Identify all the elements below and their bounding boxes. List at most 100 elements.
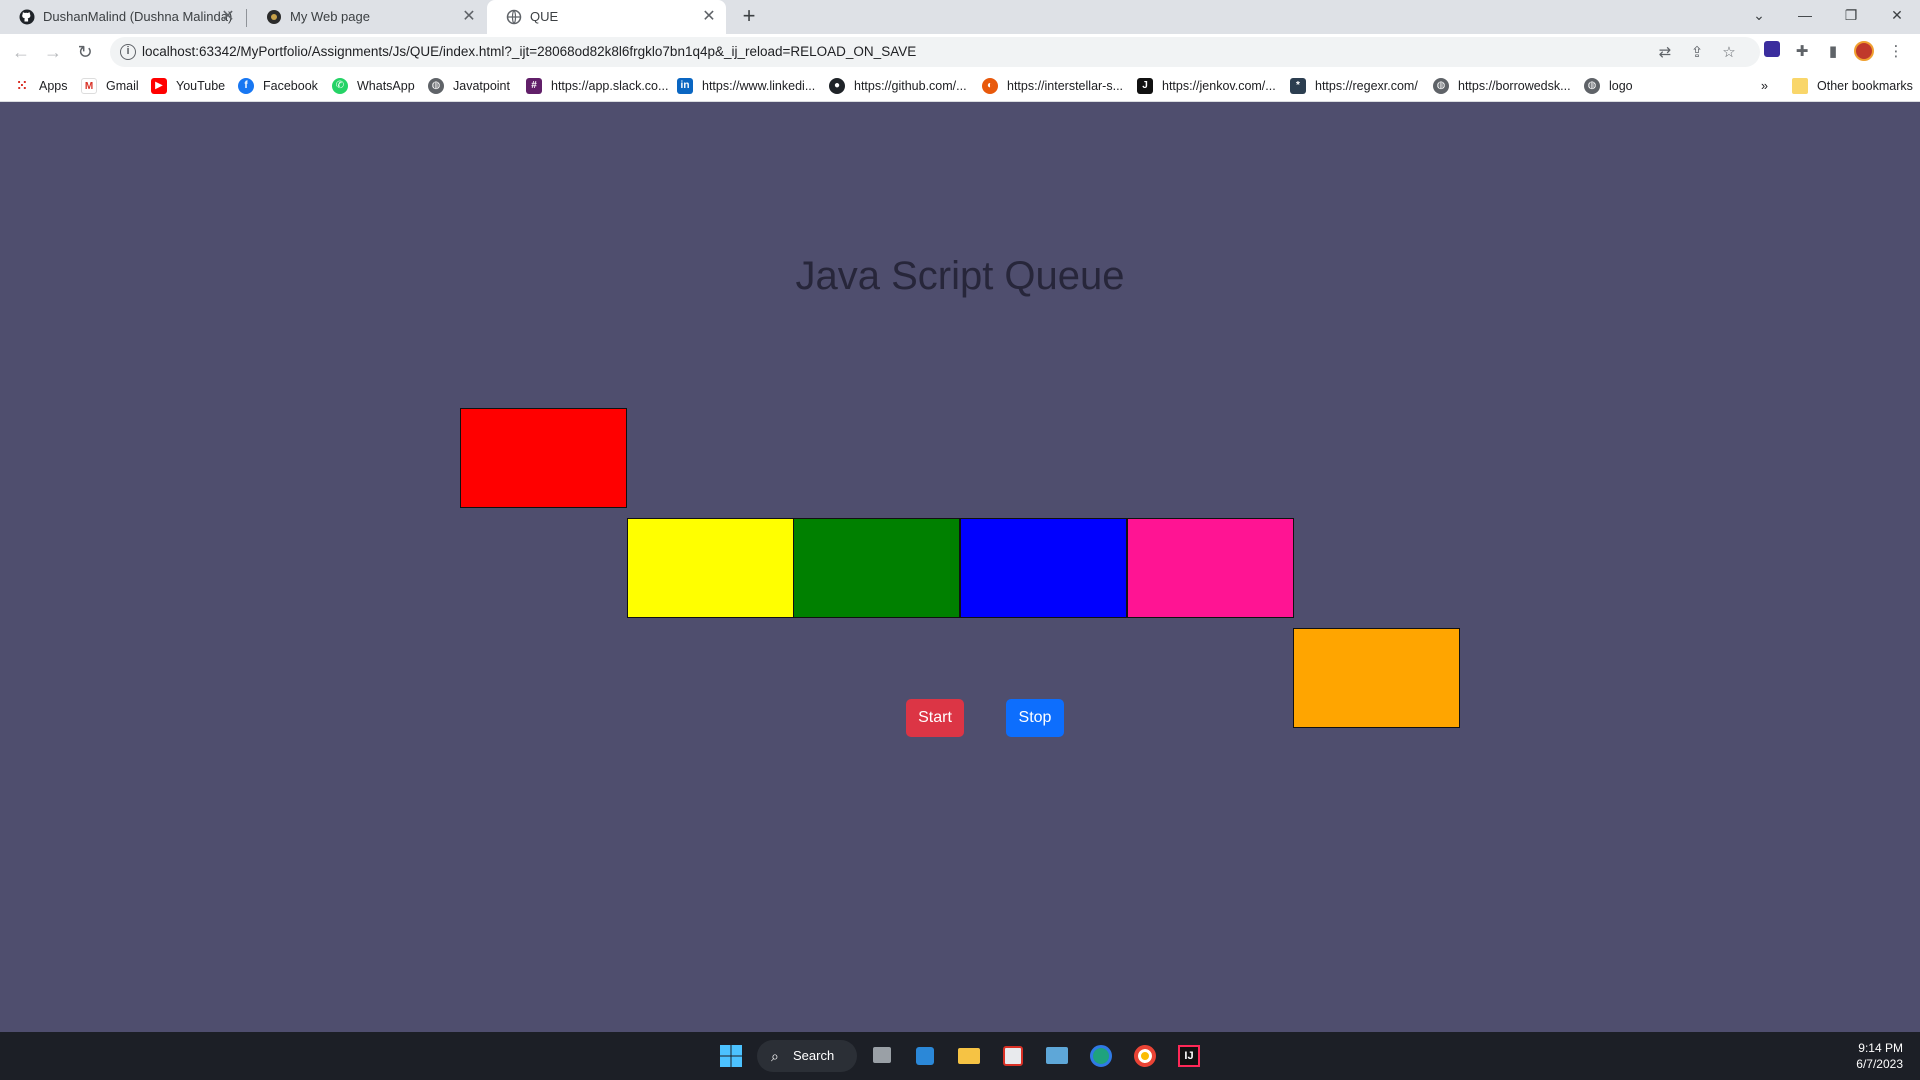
snipping-tool-icon[interactable] xyxy=(999,1042,1027,1070)
chrome-icon[interactable] xyxy=(1131,1042,1159,1070)
bookmark-label: YouTube xyxy=(176,79,226,93)
gmail-icon: M xyxy=(81,78,97,94)
translate-icon[interactable]: ⇄ xyxy=(1655,43,1675,63)
bookmark-javatpoint[interactable]: ◍ Javatpoint xyxy=(428,77,510,95)
tab-search-icon[interactable]: ⌄ xyxy=(1736,0,1782,30)
globe-icon: ◍ xyxy=(1433,78,1449,94)
tab-title: My Web page xyxy=(290,9,370,24)
bookmark-label: Apps xyxy=(39,79,68,93)
restore-button[interactable]: ❐ xyxy=(1828,0,1874,30)
taskbar-search[interactable]: ⌕ Search xyxy=(757,1040,857,1072)
tab-my-web-page[interactable]: My Web page ✕ xyxy=(247,0,486,34)
start-button[interactable]: Start xyxy=(906,699,964,737)
url-path: :63342/MyPortfolio/Assignments/Js/QUE/in… xyxy=(195,44,917,59)
bookmark-interstellar[interactable]: ◐ https://interstellar-s... xyxy=(982,77,1123,95)
close-icon[interactable]: ✕ xyxy=(219,8,237,26)
store-icon[interactable] xyxy=(911,1042,939,1070)
bookmark-label: WhatsApp xyxy=(357,79,415,93)
interstellar-icon: ◐ xyxy=(982,78,998,94)
bookmark-jenkov[interactable]: Jhttps://jenkov.com/... xyxy=(1137,77,1276,95)
clock-date: 6/7/2023 xyxy=(1856,1057,1903,1071)
globe-icon xyxy=(506,9,522,25)
new-tab-button[interactable]: + xyxy=(737,5,761,29)
bookmarks-overflow-button[interactable]: » xyxy=(1761,77,1768,95)
bookmark-label: https://www.linkedi... xyxy=(702,79,816,93)
bookmark-label: Facebook xyxy=(263,79,318,93)
bookmark-github[interactable]: ● https://github.com/... xyxy=(829,77,967,95)
photos-icon[interactable] xyxy=(1043,1042,1071,1070)
forward-button[interactable]: → xyxy=(41,40,65,64)
regexr-icon: * xyxy=(1290,78,1306,94)
bookmarks-bar: ⁙ Apps M Gmail ▶ YouTube f Facebook ✆ WhatsAp… xyxy=(0,70,1920,102)
bookmark-linkedin[interactable]: in https://www.linkedi... xyxy=(677,77,815,95)
system-clock[interactable]: 9:14 PM 6/7/2023 xyxy=(1856,1040,1903,1072)
queue-box-green xyxy=(793,518,960,618)
other-bookmarks[interactable]: Other bookmarks xyxy=(1792,77,1913,95)
queue-box-orange xyxy=(1293,628,1460,728)
github-icon: ● xyxy=(829,78,845,94)
close-icon[interactable]: ✕ xyxy=(460,8,478,26)
minimize-button[interactable]: — xyxy=(1782,0,1828,30)
extensions-puzzle-icon[interactable]: ✚ xyxy=(1791,41,1813,63)
queue-box-red xyxy=(460,408,627,508)
bookmark-label: Javatpoint xyxy=(453,79,510,93)
bookmark-whatsapp[interactable]: ✆ WhatsApp xyxy=(332,77,415,95)
clock-time: 9:14 PM xyxy=(1858,1041,1903,1055)
whatsapp-icon: ✆ xyxy=(332,78,348,94)
side-panel-icon[interactable]: ▮ xyxy=(1822,41,1844,63)
windows-start-icon[interactable] xyxy=(717,1042,745,1070)
extension-badge-icon[interactable] xyxy=(1761,41,1783,63)
edge-icon[interactable] xyxy=(1087,1042,1115,1070)
overflow-chevron-icon: » xyxy=(1761,79,1768,93)
bookmark-facebook[interactable]: f Facebook xyxy=(238,77,318,95)
tab-title: QUE xyxy=(530,9,559,24)
bookmark-label: https://interstellar-s... xyxy=(1007,79,1124,93)
bookmark-regexr[interactable]: * https://regexr.com/ xyxy=(1290,77,1418,95)
linkedin-icon: in xyxy=(677,78,693,94)
close-icon[interactable]: ✕ xyxy=(700,8,718,26)
bookmark-slack[interactable]: # https://app.slack.co... xyxy=(526,77,668,95)
bookmark-label: https://github.com/... xyxy=(854,79,967,93)
bookmark-logo[interactable]: ◍ logo xyxy=(1584,77,1633,95)
bookmark-apps[interactable]: ⁙ Apps xyxy=(14,77,68,95)
stop-button[interactable]: Stop xyxy=(1006,699,1064,737)
bookmark-label: Gmail xyxy=(106,79,139,93)
bookmark-gmail[interactable]: M Gmail xyxy=(81,77,139,95)
facebook-icon: f xyxy=(238,78,254,94)
site-icon xyxy=(267,10,281,24)
tab-title: DushanMalind (Dushna Malinda) xyxy=(43,9,233,24)
file-explorer-icon[interactable] xyxy=(955,1042,983,1070)
bookmark-label: https://jenkov.com/... xyxy=(1162,79,1276,93)
folder-icon xyxy=(1792,78,1808,94)
url-host: localhost xyxy=(142,44,196,59)
tab-github[interactable]: DushanMalind (Dushna Malinda) ✕ xyxy=(0,0,245,34)
github-icon xyxy=(19,9,35,25)
youtube-icon: ▶ xyxy=(151,78,167,94)
task-view-icon[interactable] xyxy=(868,1042,896,1070)
queue-box-yellow xyxy=(627,518,794,618)
browser-toolbar: ← → ↻ i localhost:63342/MyPortfolio/Assi… xyxy=(0,34,1920,70)
url-text[interactable]: localhost:63342/MyPortfolio/Assignments/… xyxy=(142,44,916,59)
bookmark-borrowedsk[interactable]: ◍ https://borrowedsk... xyxy=(1433,77,1571,95)
bookmark-youtube[interactable]: ▶ YouTube xyxy=(151,77,225,95)
bookmark-label: https://borrowedsk... xyxy=(1458,79,1571,93)
bookmark-label: Other bookmarks xyxy=(1817,79,1913,93)
bookmark-label: https://regexr.com/ xyxy=(1315,79,1418,93)
tab-que[interactable]: QUE ✕ xyxy=(487,0,726,34)
address-bar[interactable]: i localhost:63342/MyPortfolio/Assignment… xyxy=(110,37,1760,67)
page-title: Java Script Queue xyxy=(795,254,1125,298)
tab-strip: DushanMalind (Dushna Malinda) ✕ My Web p… xyxy=(0,0,1920,34)
profile-avatar[interactable] xyxy=(1853,41,1875,63)
close-window-button[interactable]: ✕ xyxy=(1874,0,1920,30)
reload-button[interactable]: ↻ xyxy=(73,40,97,64)
menu-kebab-icon[interactable]: ⋮ xyxy=(1885,41,1907,63)
share-icon[interactable]: ⇪ xyxy=(1687,43,1707,63)
back-button[interactable]: ← xyxy=(9,40,33,64)
bookmark-label: https://app.slack.co... xyxy=(551,79,669,93)
bookmark-star-icon[interactable]: ☆ xyxy=(1719,43,1739,63)
search-icon: ⌕ xyxy=(771,1048,779,1064)
site-info-icon[interactable]: i xyxy=(120,44,136,60)
slack-icon: # xyxy=(526,78,542,94)
intellij-icon[interactable]: IJ xyxy=(1175,1042,1203,1070)
globe-icon: ◍ xyxy=(1584,78,1600,94)
